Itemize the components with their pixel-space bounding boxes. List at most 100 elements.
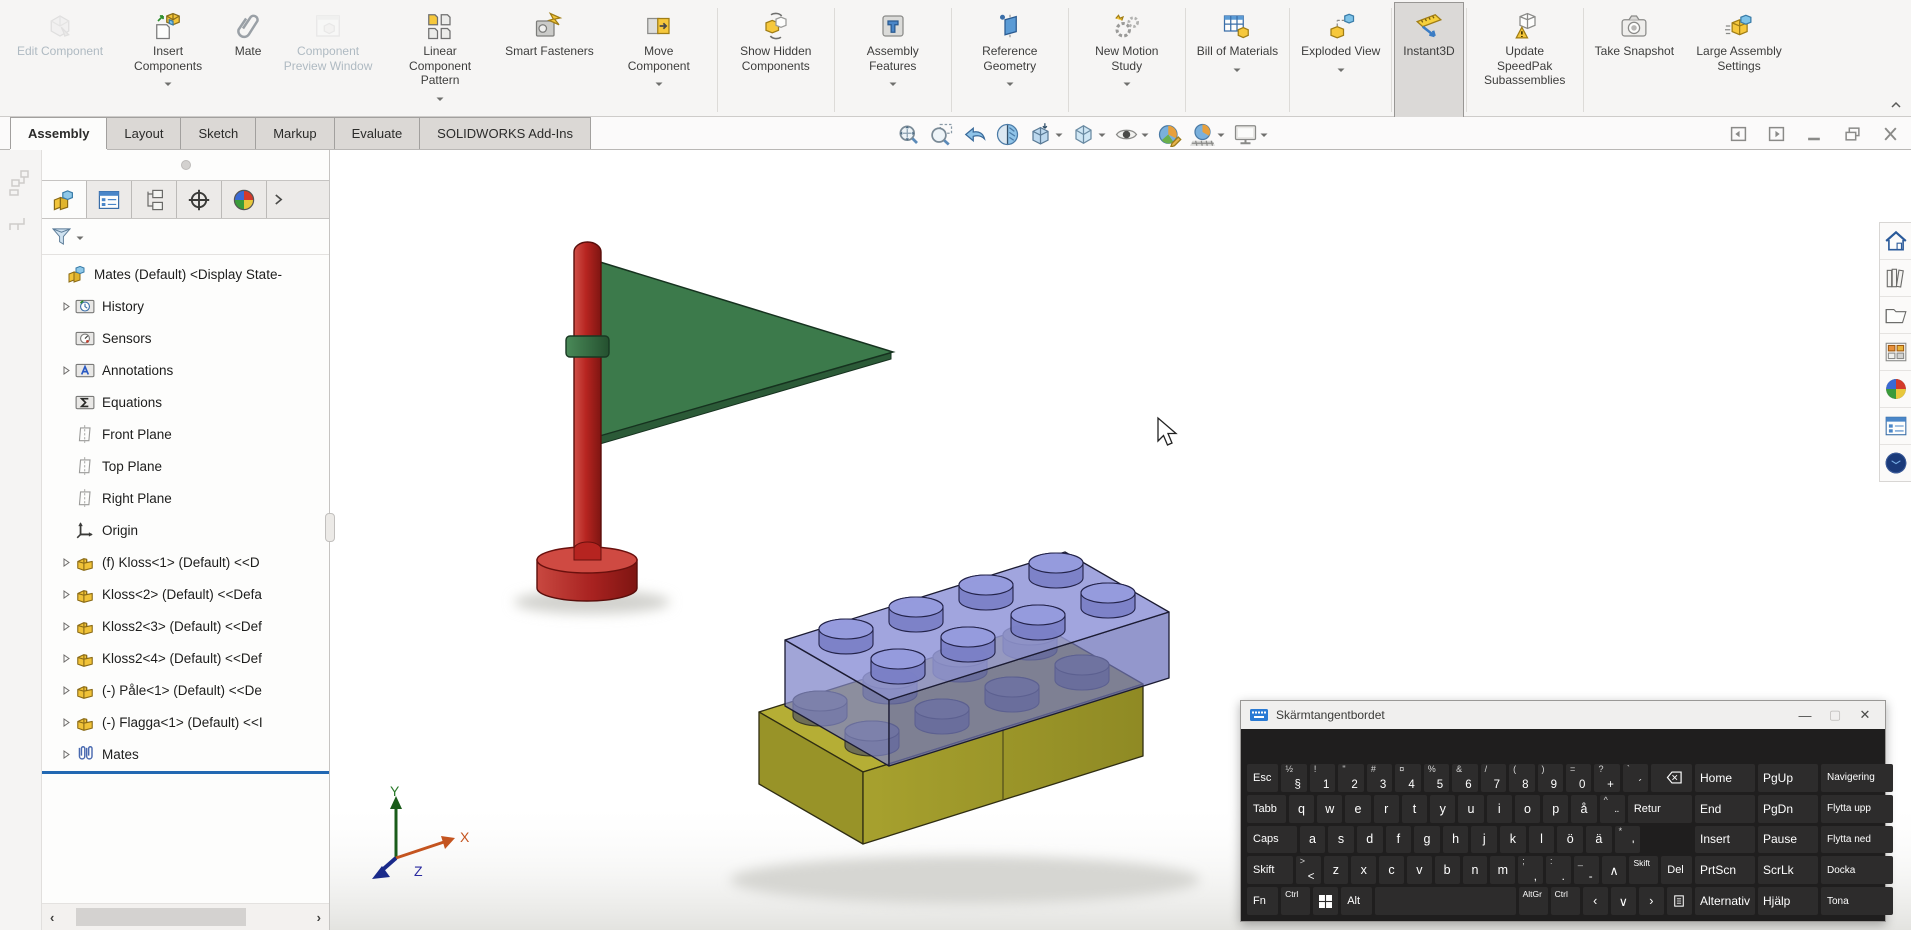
flag-part[interactable] (600, 262, 893, 444)
expand-arrow-icon[interactable] (58, 654, 74, 663)
dropdown-caret-icon[interactable] (1217, 125, 1225, 143)
key-tabb[interactable]: Tabb (1247, 795, 1286, 823)
tree-item-flagga-1-default-i[interactable]: (-) Flagga<1> (Default) <<I (42, 706, 329, 738)
taskpane-design-library-button[interactable] (1880, 260, 1911, 297)
key-pause[interactable]: Pause (1758, 826, 1818, 854)
key-9[interactable]: )9 (1538, 764, 1563, 792)
scroll-right-icon[interactable]: › (317, 910, 321, 925)
tab-markup[interactable]: Markup (255, 117, 334, 149)
expand-arrow-icon[interactable] (58, 686, 74, 695)
dropdown-caret-icon[interactable] (1123, 76, 1131, 91)
pane-collapse-right-button[interactable] (1768, 126, 1785, 142)
taskpane-appearances-button[interactable] (1880, 371, 1911, 408)
restore-button[interactable] (1844, 126, 1861, 142)
large-assembly-settings-button[interactable]: Large Assembly Settings (1683, 2, 1795, 118)
key-menu[interactable] (1667, 887, 1692, 915)
key-ä[interactable]: ä (1586, 826, 1612, 854)
key-r[interactable]: r (1374, 795, 1399, 823)
rollback-bar[interactable] (42, 771, 329, 774)
key-navigering[interactable]: Navigering (1821, 764, 1893, 792)
panel-tab-configurationmanager[interactable] (132, 181, 177, 218)
key-pgdn[interactable]: PgDn (1758, 795, 1818, 823)
key-3[interactable]: #3 (1367, 764, 1392, 792)
key-p[interactable]: p (1543, 795, 1568, 823)
key-flytta-upp[interactable]: Flytta upp (1821, 795, 1893, 823)
key-esc[interactable]: Esc (1247, 764, 1278, 792)
scroll-left-icon[interactable]: ‹ (50, 910, 54, 925)
key-caps[interactable]: Caps (1247, 826, 1297, 854)
key-g[interactable]: g (1414, 826, 1440, 854)
tree-item-front-plane[interactable]: Front Plane (42, 418, 329, 450)
ribbon-collapse-icon[interactable] (1891, 95, 1901, 113)
display-style-button[interactable] (1071, 122, 1106, 147)
key-del[interactable]: Del (1661, 856, 1692, 884)
osk-close-button[interactable]: ✕ (1854, 707, 1876, 723)
key-i[interactable]: i (1487, 795, 1512, 823)
update-speedpak-subassemblies-button[interactable]: Update SpeedPak Subassemblies (1469, 2, 1581, 118)
tree-item-right-plane[interactable]: Right Plane (42, 482, 329, 514)
instant3d-button[interactable]: Instant3D (1394, 2, 1463, 118)
panel-tab-propertymanager[interactable] (87, 181, 132, 218)
key-blank[interactable]: ^¨ (1600, 795, 1625, 823)
key-ctrl[interactable]: Ctrl (1551, 887, 1580, 915)
key-7[interactable]: /7 (1481, 764, 1506, 792)
tab-assembly[interactable]: Assembly (10, 117, 107, 149)
key-windows[interactable] (1313, 887, 1338, 915)
key-arrow-left[interactable]: ‹ (1583, 887, 1608, 915)
key-prtscn[interactable]: PrtScn (1695, 856, 1755, 884)
key-d[interactable]: d (1357, 826, 1383, 854)
tree-item-f-kloss-1-default-d[interactable]: (f) Kloss<1> (Default) <<D (42, 546, 329, 578)
key-1[interactable]: !1 (1310, 764, 1335, 792)
key-q[interactable]: q (1289, 795, 1314, 823)
key-blank[interactable]: >< (1296, 856, 1321, 884)
tab-evaluate[interactable]: Evaluate (334, 117, 421, 149)
mate-button[interactable]: Mate (224, 2, 272, 118)
pane-collapse-left-button[interactable] (1730, 126, 1747, 142)
key-flytta-ned[interactable]: Flytta ned (1821, 826, 1893, 854)
key-insert[interactable]: Insert (1695, 826, 1755, 854)
dropdown-caret-icon[interactable] (1233, 62, 1241, 77)
osk-minimize-button[interactable]: — (1794, 708, 1816, 723)
exploded-view-button[interactable]: Exploded View (1292, 2, 1389, 118)
key-backspace[interactable] (1651, 764, 1692, 792)
key-ö[interactable]: ö (1557, 826, 1583, 854)
dropdown-caret-icon[interactable] (1260, 125, 1268, 143)
view-orientation-button[interactable] (1028, 122, 1063, 147)
key-l[interactable]: l (1529, 826, 1555, 854)
apply-scene-button[interactable] (1190, 122, 1225, 147)
key-blank[interactable]: *' (1615, 826, 1641, 854)
reference-geometry-button[interactable]: Reference Geometry (954, 2, 1066, 118)
tree-item-history[interactable]: History (42, 290, 329, 322)
key-s[interactable]: s (1328, 826, 1354, 854)
osk-title-bar[interactable]: Skärmtangentbordet — ▢ ✕ (1241, 701, 1885, 729)
expand-arrow-icon[interactable] (58, 590, 74, 599)
move-component-button[interactable]: Move Component (603, 2, 715, 118)
panel-tab-dimxpertmanager[interactable] (177, 181, 222, 218)
key-j[interactable]: j (1471, 826, 1497, 854)
key-f[interactable]: f (1386, 826, 1412, 854)
key-retur[interactable]: Retur (1628, 795, 1692, 823)
edit-appearance-button[interactable] (1157, 122, 1182, 147)
key-m[interactable]: m (1490, 856, 1515, 884)
taskpane-home-button[interactable] (1880, 223, 1911, 260)
previous-view-button[interactable] (962, 122, 987, 147)
expand-arrow-icon[interactable] (58, 366, 74, 375)
expand-arrow-icon[interactable] (58, 302, 74, 311)
key-home[interactable]: Home (1695, 764, 1755, 792)
key-x[interactable]: x (1351, 856, 1376, 884)
filter-icon[interactable] (51, 227, 72, 246)
key-å[interactable]: å (1571, 795, 1596, 823)
tab-layout[interactable]: Layout (106, 117, 181, 149)
taskpane-file-explorer-button[interactable] (1880, 297, 1911, 334)
tree-item-kloss2-4-default-def[interactable]: Kloss2<4> (Default) <<Def (42, 642, 329, 674)
tree-item-kloss2-3-default-def[interactable]: Kloss2<3> (Default) <<Def (42, 610, 329, 642)
key-docka[interactable]: Docka (1821, 856, 1893, 884)
key-arrow-right[interactable]: › (1639, 887, 1664, 915)
tab-solidworks-add-ins[interactable]: SOLIDWORKS Add-Ins (419, 117, 591, 149)
new-motion-study-button[interactable]: New Motion Study (1071, 2, 1183, 118)
zoom-fit-button[interactable] (896, 122, 921, 147)
tree-item-equations[interactable]: Equations (42, 386, 329, 418)
smart-fasteners-button[interactable]: Smart Fasteners (496, 2, 603, 118)
key-hjälp[interactable]: Hjälp (1758, 887, 1818, 915)
key-arrow-down[interactable]: ∨ (1611, 887, 1636, 915)
